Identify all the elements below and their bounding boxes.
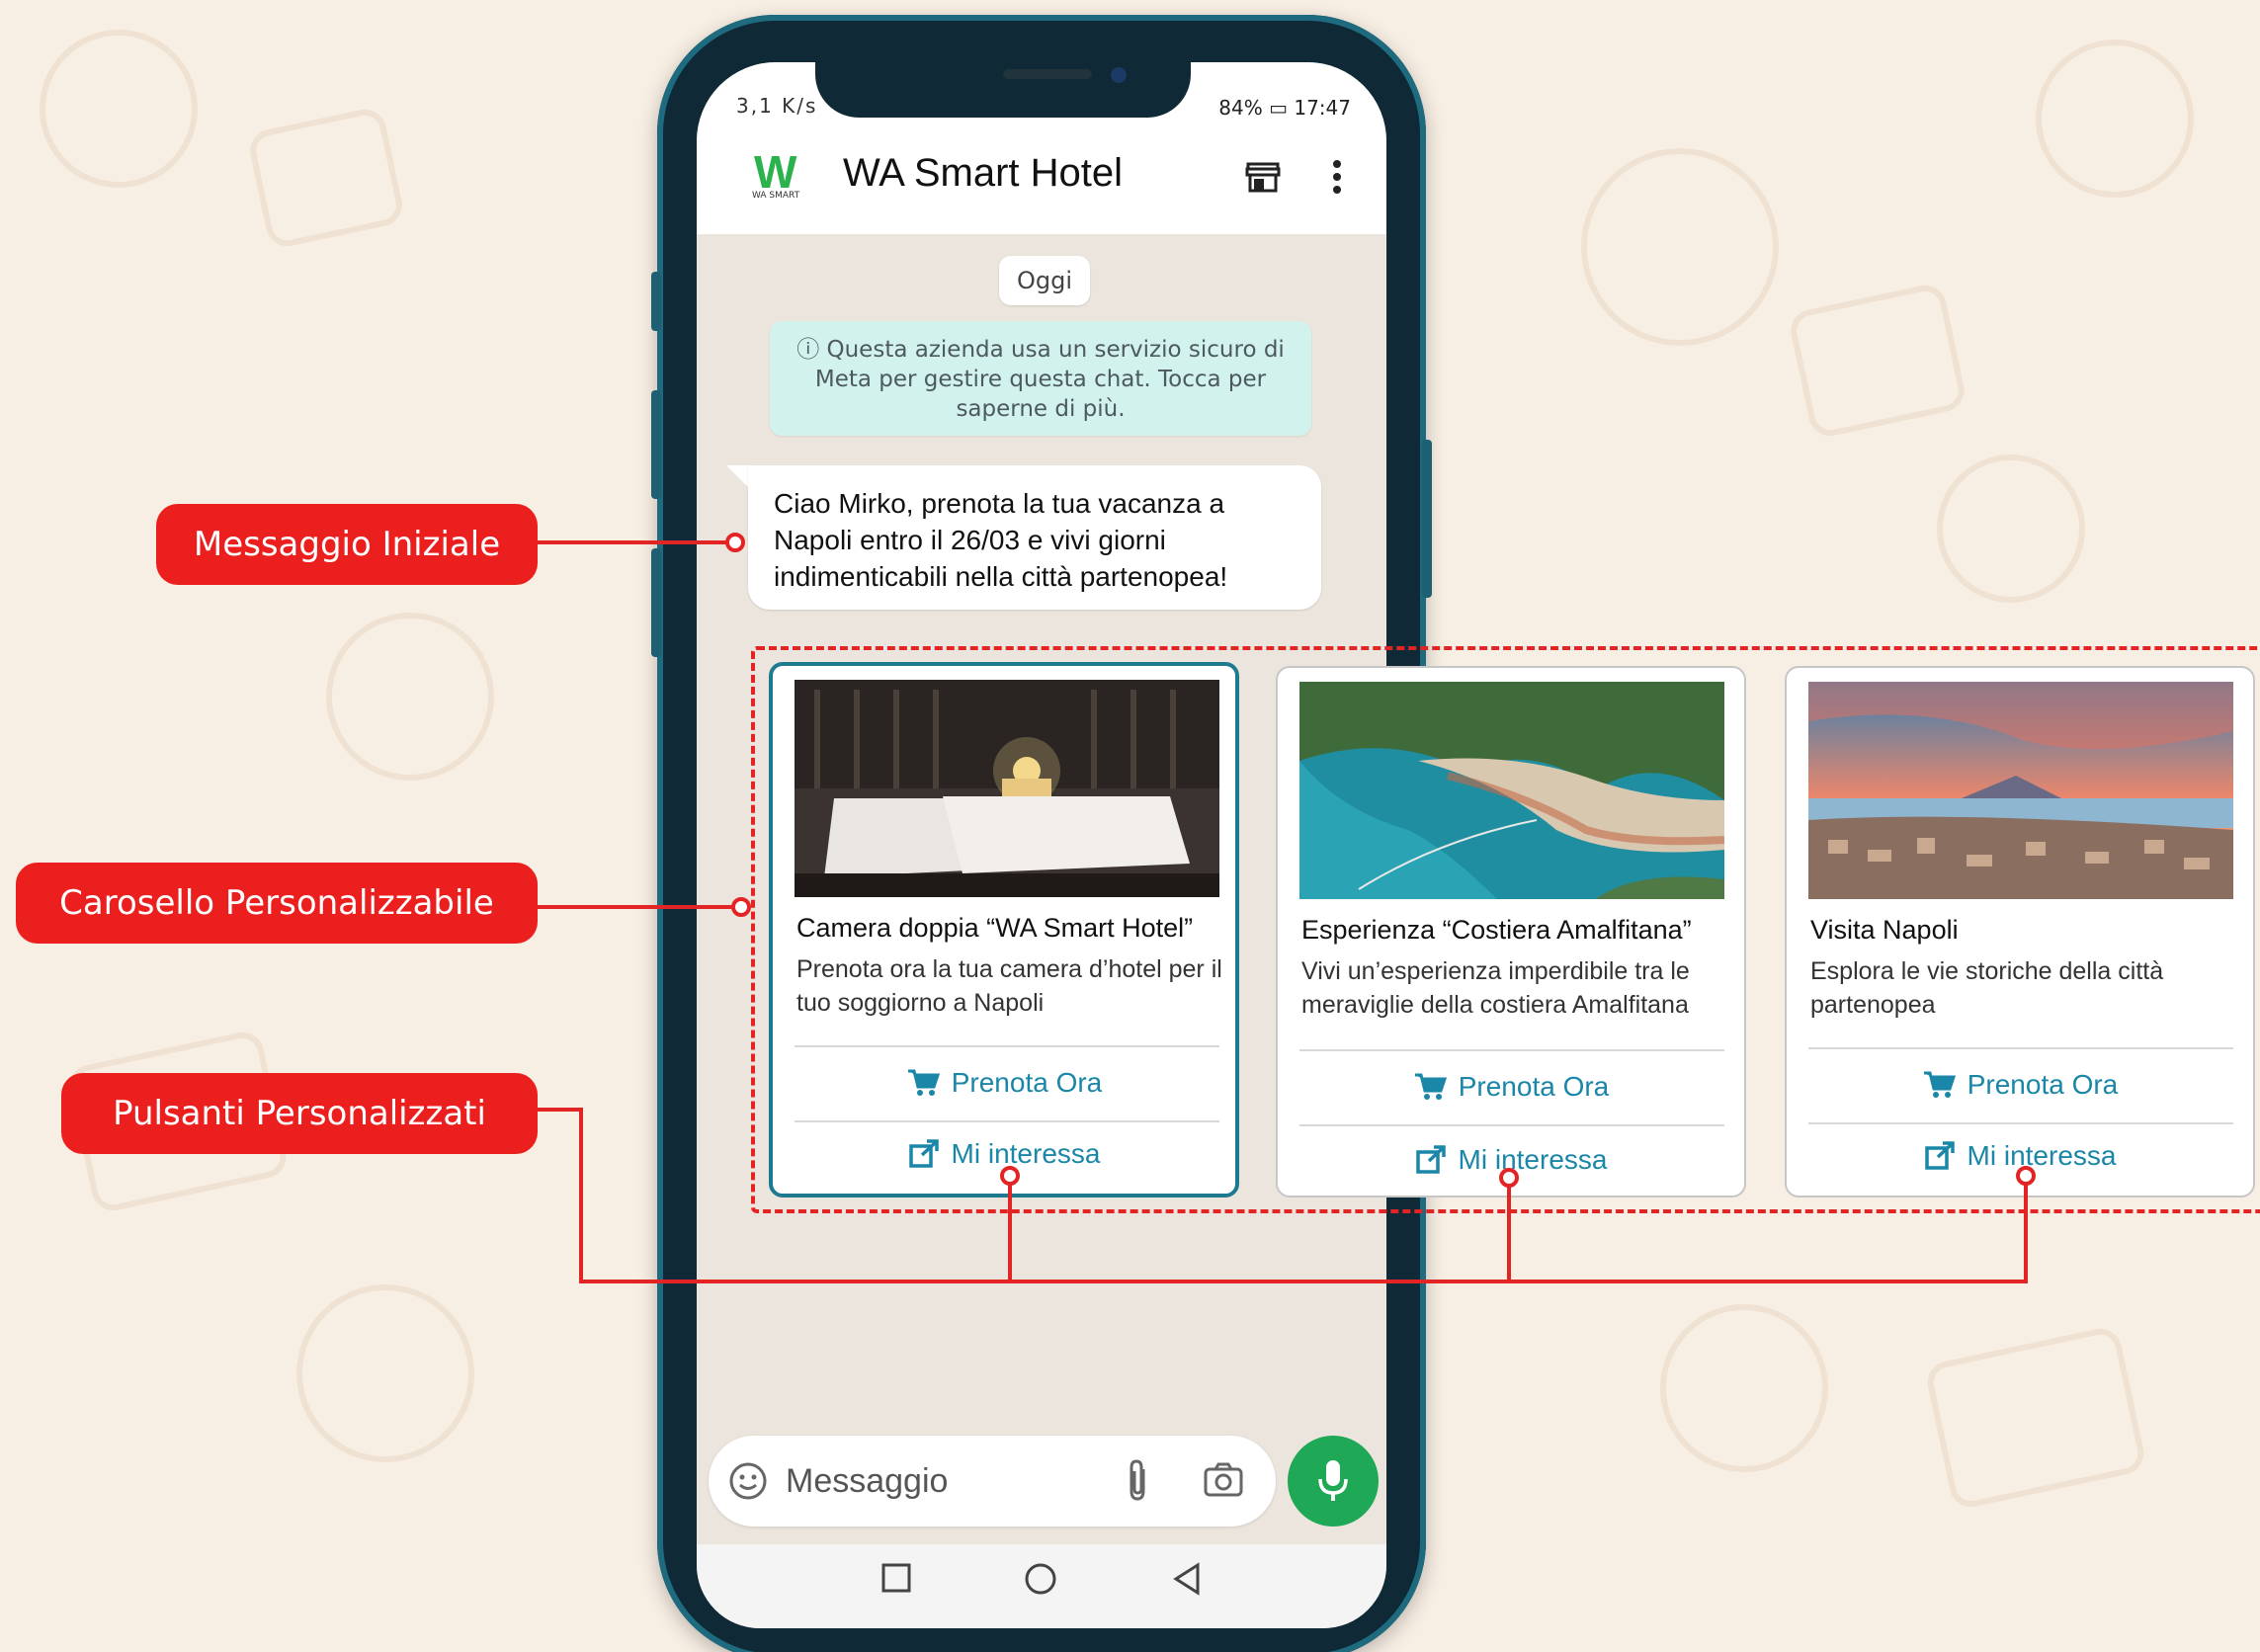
clock: 17:47 [1294,96,1351,120]
logo-text: WA SMART [752,191,800,201]
emoji-icon[interactable] [728,1461,768,1505]
share-icon [1415,1145,1446,1174]
card-description: Vivi un’esperienza imperdibile tra le me… [1301,957,1690,1019]
recent-apps-icon[interactable] [880,1562,912,1598]
cart-icon [907,1069,940,1096]
connector-dot [2016,1166,2036,1186]
cart-icon [1414,1073,1447,1100]
callout-carousel: Carosello Personalizzabile [16,863,538,944]
carousel-card[interactable]: Camera doppia “WA Smart Hotel” Prenota o… [769,662,1239,1198]
background-doodle [326,613,494,781]
connector-line [2024,1184,2028,1282]
more-vert-icon[interactable] [1331,159,1343,199]
carousel-card[interactable]: Visita Napoli Esplora le vie storiche de… [1785,666,2255,1198]
mic-button[interactable] [1288,1436,1379,1527]
card-divider [795,1120,1219,1122]
book-now-label: Prenota Ora [1967,1069,2119,1100]
callout-initial-message: Messaggio Iniziale [156,504,538,585]
background-doodle [1787,281,1968,441]
share-icon [1924,1141,1955,1170]
front-camera [1111,67,1127,83]
background-doodle [1923,1324,2148,1512]
interested-label: Mi interessa [1458,1144,1608,1175]
background-doodle [1660,1304,1828,1472]
card-title: Esperienza “Costiera Amalfitana” [1301,915,1692,945]
message-input-bar [709,1436,1276,1527]
connector-dot [725,533,745,552]
paperclip-icon[interactable] [1124,1457,1153,1507]
interested-label: Mi interessa [1967,1140,2117,1171]
card-divider [1808,1122,2233,1124]
card-description: Prenota ora la tua camera d’hotel per il… [796,955,1222,1017]
mic-icon [1318,1460,1348,1501]
callout-buttons: Pulsanti Personalizzati [61,1073,538,1154]
interested-label: Mi interessa [951,1138,1101,1169]
connector-line [1008,1184,1012,1282]
phone-side-button [651,548,661,657]
camera-icon[interactable] [1203,1461,1244,1503]
encryption-notice[interactable]: ⓘ Questa azienda usa un servizio sicuro … [770,321,1311,436]
connector-dot [731,897,751,917]
book-now-label: Prenota Ora [1458,1071,1610,1102]
card-divider [1299,1124,1724,1126]
carousel-card[interactable]: Esperienza “Costiera Amalfitana” Vivi un… [1276,666,1746,1198]
background-doodle [2036,40,2194,198]
connector-line [538,540,735,544]
book-now-button[interactable]: Prenota Ora [773,1055,1235,1111]
connector-line [579,1108,583,1283]
home-icon[interactable] [1024,1562,1057,1600]
system-nav-bar [697,1544,1386,1628]
card-divider [1808,1047,2233,1049]
background-doodle [1937,454,2085,603]
phone-speaker [1003,69,1092,79]
book-now-label: Prenota Ora [951,1067,1103,1098]
card-image-hotel-room [795,680,1219,897]
connector-line [538,905,735,909]
card-title: Visita Napoli [1810,915,1959,945]
chat-title[interactable]: WA Smart Hotel [843,151,1123,196]
connector-dot [1499,1168,1519,1188]
logo: W WA SMART [750,145,819,203]
connector-dot [1000,1166,1020,1186]
date-chip: Oggi [999,256,1090,305]
status-right: 84% ▭ 17:47 [1218,96,1351,120]
connector-line [579,1280,2028,1283]
share-icon [908,1139,939,1168]
store-icon[interactable] [1245,161,1281,197]
network-speed: 3,1 K/s [736,94,818,118]
card-divider [795,1045,1219,1047]
card-divider [1299,1049,1724,1051]
initial-message: Ciao Mirko, prenota la tua vacanza a Nap… [748,465,1321,610]
battery-level: 84% [1218,96,1263,120]
background-doodle [296,1284,474,1462]
app-header: W WA SMART WA Smart Hotel [697,122,1386,234]
background-doodle [246,105,406,251]
card-image-naples [1808,682,2233,899]
card-title: Camera doppia “WA Smart Hotel” [796,913,1194,943]
message-input[interactable] [786,1451,1102,1511]
back-icon[interactable] [1171,1562,1203,1600]
card-image-amalfi-coast [1299,682,1724,899]
connector-line [538,1108,583,1112]
message-tail [726,465,750,489]
background-doodle [40,30,198,188]
phone-notch [815,52,1191,118]
card-description: Esplora le vie storiche della città part… [1810,957,2164,1019]
phone-side-button [651,272,661,331]
cart-icon [1923,1071,1956,1098]
phone-side-button [651,390,661,499]
book-now-button[interactable]: Prenota Ora [1787,1057,2253,1113]
phone-side-button [1422,440,1432,598]
battery-icon: ▭ [1269,96,1288,120]
book-now-button[interactable]: Prenota Ora [1278,1059,1744,1115]
background-doodle [1581,148,1779,346]
connector-line [1507,1186,1511,1282]
